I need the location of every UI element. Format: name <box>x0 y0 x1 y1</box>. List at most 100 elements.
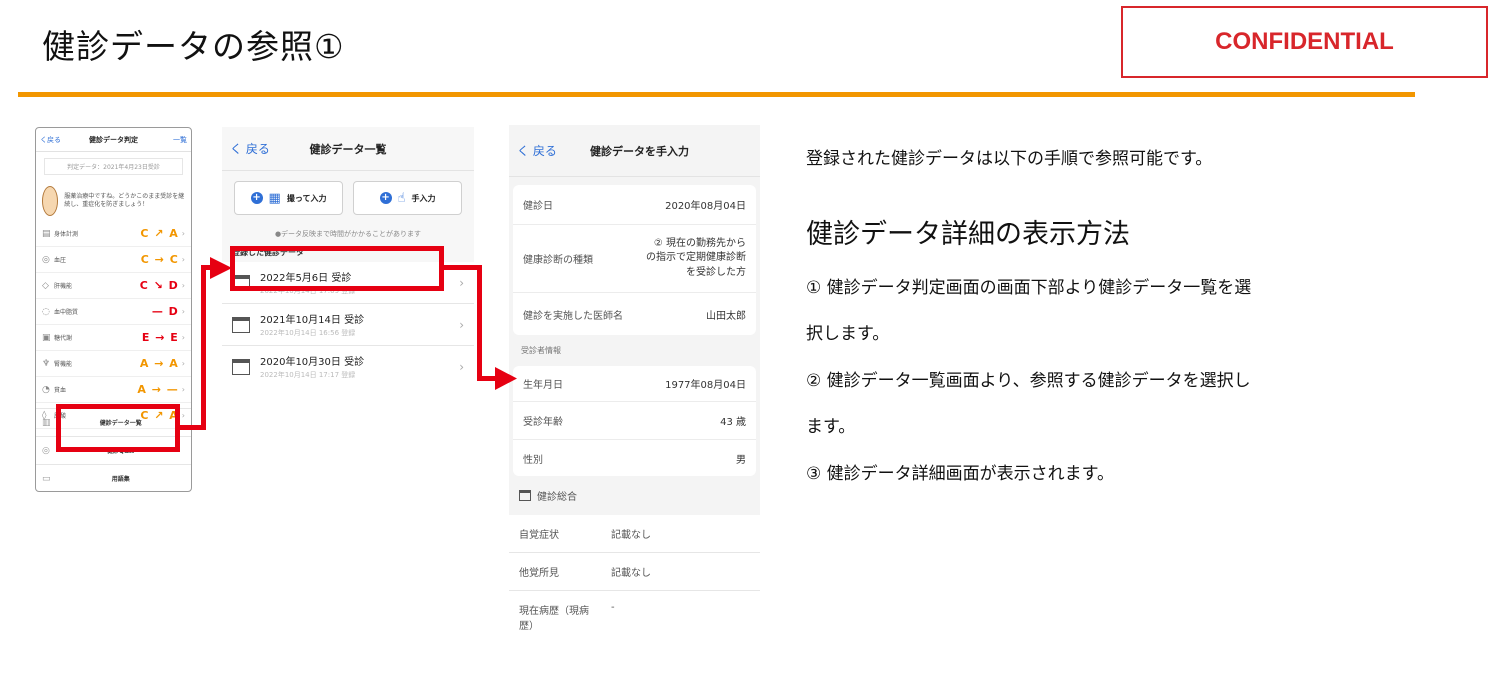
chevron-right-icon: › <box>181 229 185 238</box>
back-button[interactable]: く 戻る <box>509 142 569 159</box>
grade-name: 血中脂質 <box>54 309 79 316</box>
chevron-right-icon: › <box>181 359 185 368</box>
list-item-text: 2021年10月14日 受診 2022年10月14日 16:56 登録 <box>260 311 459 338</box>
scale-icon: ▤ <box>42 228 51 239</box>
field-value-line: の指示で定期健康診断 <box>646 252 746 264</box>
birth-row: 生年月日 1977年08月04日 <box>513 366 756 402</box>
field-value: 1977年08月04日 <box>665 380 746 391</box>
grade-name: 腎機能 <box>54 361 73 368</box>
arrow-head-icon <box>495 367 517 390</box>
blood-pressure-icon: ◎ <box>42 254 50 265</box>
field-label: 健診日 <box>523 201 553 212</box>
blood-sugar-icon: ◌ <box>42 306 50 317</box>
connector-line <box>201 265 206 430</box>
grade-value: A → A <box>139 357 179 370</box>
sex-row: 性別 男 <box>513 440 756 476</box>
data-list-item[interactable]: 2021年10月14日 受診 2022年10月14日 16:56 登録 › <box>222 304 474 346</box>
list-link[interactable]: 一覧 <box>151 135 191 145</box>
intro-text: 登録された健診データは以下の手順で参照可能です。 <box>806 149 1213 169</box>
step1-line1: ① 健診データ判定画面の画面下部より健診データ一覧を選 <box>806 278 1252 298</box>
exam-card: 健診日 2020年08月04日 健康診断の種類 ② 現在の勤務先から の指示で定… <box>513 185 756 335</box>
grade-row[interactable]: ▣ 糖代謝 E → E › <box>36 325 191 351</box>
grade-value: E → E <box>141 331 179 344</box>
sync-note: ●データ反映まで時間がかかることがあります <box>222 225 474 243</box>
nav-glossary[interactable]: ▭ 用語集 <box>36 464 191 491</box>
summary-value: - <box>611 602 615 613</box>
calendar-icon <box>232 316 250 333</box>
summary-key: 自覚症状 <box>519 530 559 541</box>
field-label: 生年月日 <box>523 380 563 391</box>
screen-header: く 戻る 健診データを手入力 <box>509 125 760 177</box>
anemia-icon: ◔ <box>42 384 50 395</box>
confidential-badge: CONFIDENTIAL <box>1121 6 1488 78</box>
calendar-icon <box>519 490 531 501</box>
advice-text: 服薬治療中ですね。どうかこのまま受診を継続し、重症化を防ぎましょう！ <box>64 192 185 208</box>
input-buttons: + ▦ 撮って入力 + ☝ 手入力 <box>222 171 474 225</box>
step2-line1: ② 健診データ一覧画面より、参照する健診データを選択し <box>806 371 1251 391</box>
summary-value: 記載なし <box>611 568 651 579</box>
summary-title: 健診総合 <box>537 492 577 503</box>
field-value: 43 歳 <box>720 417 746 428</box>
screen-title: 健診データ判定 <box>89 135 138 144</box>
chevron-right-icon: › <box>459 317 464 332</box>
title-divider <box>18 92 1415 97</box>
grade-name: 糖代謝 <box>54 335 73 342</box>
section-heading: 受診者情報 <box>521 346 561 355</box>
grade-row[interactable]: ◇ 肝機能 C ↘ D › <box>36 273 191 299</box>
summary-row: 現在病歴（現病歴） - <box>509 591 760 638</box>
qa-icon: ◎ <box>42 445 50 456</box>
grade-name: 肝機能 <box>54 283 73 290</box>
connector-line <box>477 265 482 381</box>
photo-input-button[interactable]: + ▦ 撮って入力 <box>234 181 343 215</box>
field-label: 健康診断の種類 <box>523 255 593 266</box>
plus-icon: + <box>250 192 263 204</box>
chevron-right-icon: › <box>181 255 185 264</box>
doctor-row: 健診を実施した医師名 山田太郎 <box>513 293 756 335</box>
grade-row[interactable]: ♆ 腎機能 A → A › <box>36 351 191 377</box>
chevron-right-icon: › <box>459 359 464 374</box>
summary-key: 現在病歴（現病歴） <box>519 606 589 632</box>
grade-value: C ↘ D <box>139 279 179 292</box>
field-value: 2020年08月04日 <box>665 201 746 212</box>
summary-row: 自覚症状 記載なし <box>509 515 760 553</box>
screen-title: 健診データ一覧 <box>309 142 387 156</box>
advice-message: 服薬治療中ですね。どうかこのまま受診を継続し、重症化を防ぎましょう！ <box>36 181 191 221</box>
exam-type-row: 健康診断の種類 ② 現在の勤務先から の指示で定期健康診断 を受診した方 <box>513 225 756 293</box>
exam-date-row: 健診日 2020年08月04日 <box>513 185 756 225</box>
field-label: 性別 <box>523 454 543 466</box>
summary-key: 他覚所見 <box>519 568 559 579</box>
arrow-head-icon <box>210 257 232 279</box>
summary-table: 自覚症状 記載なし他覚所見 記載なし現在病歴（現病歴） - <box>509 515 760 638</box>
manual-input-button[interactable]: + ☝ 手入力 <box>353 181 462 215</box>
grade-value: C → C <box>140 253 179 266</box>
chevron-right-icon: › <box>459 275 464 290</box>
screen-header: く 戻る 健診データ一覧 <box>222 127 474 171</box>
grade-name: 血圧 <box>54 257 67 264</box>
grade-row[interactable]: ◔ 貧血 A → — › <box>36 377 191 403</box>
field-label: 受診年齢 <box>523 417 563 428</box>
grade-row[interactable]: ◌ 血中脂質 — D › <box>36 299 191 325</box>
screen-title: 健診データを手入力 <box>590 144 689 158</box>
back-button[interactable]: く戻る <box>36 135 76 145</box>
field-value: 山田太郎 <box>706 310 746 322</box>
grade-row[interactable]: ▤ 身体計測 C ↗ A › <box>36 221 191 247</box>
judgement-date: 判定データ：2021年4月23日受診 <box>44 158 183 175</box>
grade-value: C ↗ A <box>140 227 179 240</box>
back-button[interactable]: く 戻る <box>222 140 282 157</box>
liver-icon: ◇ <box>42 280 49 291</box>
calendar-icon <box>232 358 250 375</box>
screenshot-data-detail: く 戻る 健診データを手入力 健診日 2020年08月04日 健康診断の種類 ②… <box>509 125 760 638</box>
grade-value: — D <box>151 305 179 318</box>
step2-line2: ます。 <box>806 417 856 437</box>
grade-row[interactable]: ◎ 血圧 C → C › <box>36 247 191 273</box>
hand-icon: ☝ <box>397 190 406 206</box>
button-label: 手入力 <box>411 193 436 203</box>
chevron-right-icon: › <box>181 281 185 290</box>
nav-label: 用語集 <box>111 476 130 483</box>
age-row: 受診年齢 43 歳 <box>513 402 756 440</box>
explanation-heading: 健診データ詳細の表示方法 <box>806 219 1130 250</box>
data-list-item[interactable]: 2020年10月30日 受診 2022年10月14日 17:17 登録 › <box>222 346 474 387</box>
exam-date: 2021年10月14日 受診 <box>260 315 365 326</box>
field-value-line: を受診した方 <box>686 266 746 278</box>
camera-icon: ▦ <box>268 190 281 206</box>
